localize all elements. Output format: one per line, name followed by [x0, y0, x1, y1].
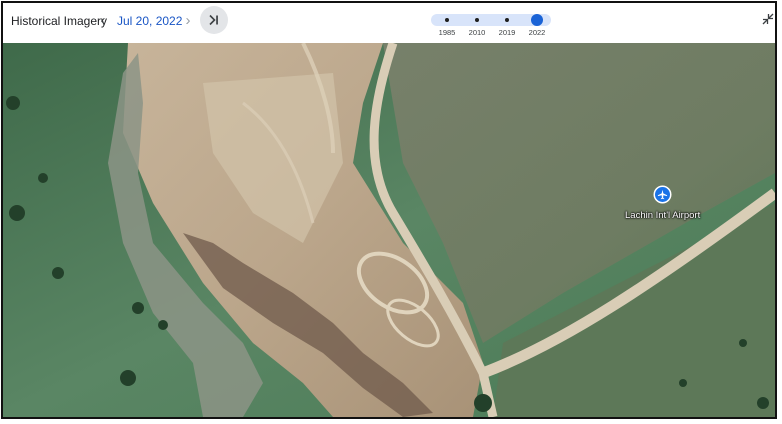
timeline-label-2022: 2022	[528, 28, 546, 37]
historical-imagery-window: Historical Imagery ‹ Jul 20, 2022 › 1985…	[1, 1, 777, 419]
skip-to-latest-button[interactable]	[200, 6, 228, 34]
panel-title: Historical Imagery	[11, 14, 108, 28]
timeline-label-1985: 1985	[438, 28, 456, 37]
chevron-right-icon[interactable]: ›	[179, 11, 197, 31]
collapse-icon[interactable]	[762, 13, 774, 25]
timeline-tick-2010[interactable]	[475, 18, 479, 22]
airplane-icon	[657, 189, 668, 200]
satellite-map[interactable]	[3, 43, 775, 417]
timeline-tick-1985[interactable]	[445, 18, 449, 22]
timeline-tick-2019[interactable]	[505, 18, 509, 22]
skip-to-latest-icon	[209, 14, 218, 26]
chevron-left-icon[interactable]: ‹	[94, 11, 112, 31]
airport-label[interactable]: Lachin Int'l Airport	[625, 210, 700, 221]
timeline-label-2010: 2010	[468, 28, 486, 37]
airport-marker[interactable]	[655, 187, 670, 202]
timeline-slider[interactable]	[431, 14, 551, 26]
timeline-label-2019: 2019	[498, 28, 516, 37]
imagery-date[interactable]: Jul 20, 2022	[117, 14, 182, 28]
timeline-tick-2022[interactable]	[531, 14, 543, 26]
toolbar: Historical Imagery ‹ Jul 20, 2022 › 1985…	[3, 3, 775, 43]
